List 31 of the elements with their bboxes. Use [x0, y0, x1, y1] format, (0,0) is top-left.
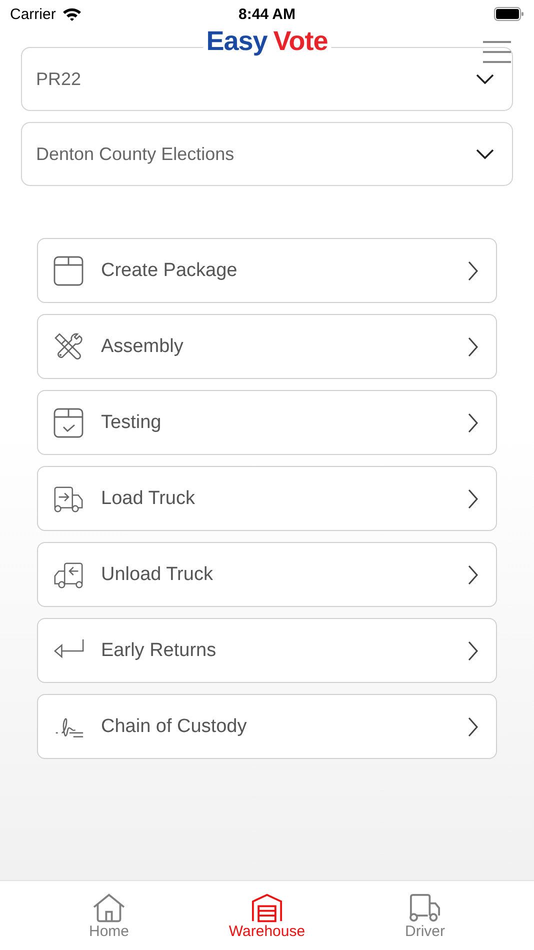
menu-icon[interactable]	[482, 40, 512, 64]
menu-item[interactable]: Chain of Custody	[37, 694, 497, 759]
wifi-icon	[62, 7, 82, 21]
chevron-right-icon	[468, 716, 478, 736]
tools-icon	[52, 330, 85, 362]
chevron-right-icon	[468, 564, 478, 584]
box-icon	[52, 254, 85, 286]
chevron-down-icon	[476, 74, 494, 84]
chevron-right-icon	[468, 412, 478, 432]
menu-item[interactable]: Create Package	[37, 238, 497, 303]
menu-item[interactable]: Load Truck	[37, 466, 497, 531]
truck-icon	[408, 893, 442, 923]
home-icon	[92, 893, 126, 923]
menu-item[interactable]: Unload Truck	[37, 542, 497, 607]
checked-box-icon	[52, 406, 85, 438]
battery-icon	[494, 7, 524, 21]
chevron-right-icon	[468, 640, 478, 660]
chevron-right-icon	[468, 260, 478, 280]
status-time: 8:44 AM	[238, 6, 296, 22]
tab-item[interactable]: Warehouse	[207, 881, 327, 950]
chevron-right-icon	[468, 336, 478, 356]
carrier-name: Carrier	[10, 6, 56, 22]
tab-item[interactable]: Home	[49, 881, 169, 950]
menu-item[interactable]: Testing	[37, 390, 497, 455]
tab-item[interactable]: Driver	[365, 881, 485, 950]
menu-item[interactable]: Assembly	[37, 314, 497, 379]
menu-item[interactable]: Early Returns	[37, 618, 497, 683]
dropdown-field[interactable]: Denton County Elections	[21, 122, 513, 186]
chevron-down-icon	[476, 149, 494, 159]
chevron-right-icon	[468, 488, 478, 508]
warehouse-icon	[250, 893, 284, 923]
